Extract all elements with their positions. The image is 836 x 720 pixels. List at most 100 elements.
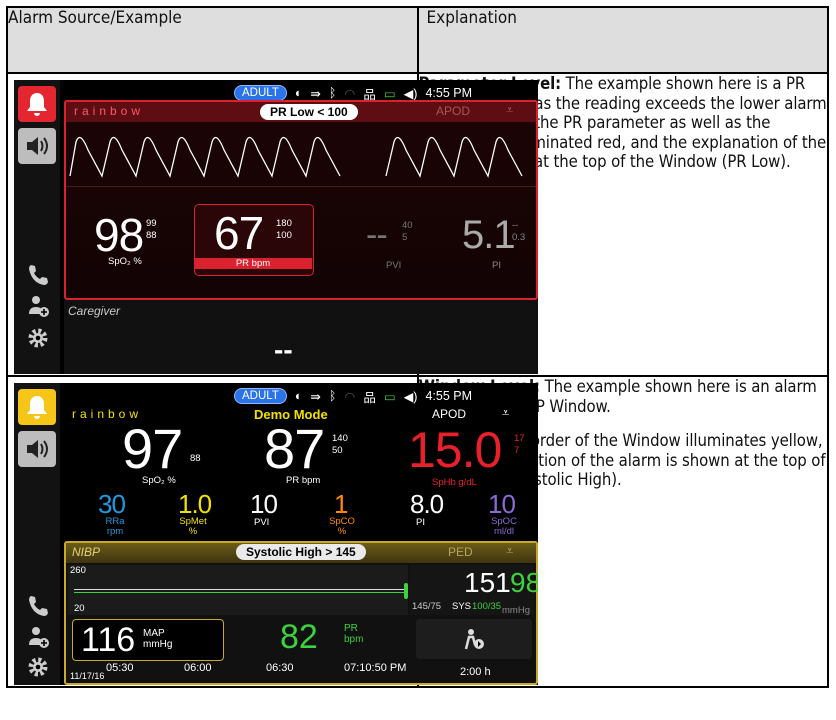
pleth-waveform <box>69 136 523 178</box>
sys-value: 151 <box>464 567 511 598</box>
example-cell-parameter: ADULT ◐ ⇛ ᛒ ◠ 品 ▭ ◀) 4:55 PM rainbow PR … <box>6 72 538 377</box>
spoc-value[interactable]: 10 <box>488 491 516 517</box>
alarm-table: Alarm Source/Example Explanation ADULT ◐… <box>6 6 829 688</box>
pr-label: PR bpm <box>194 258 312 269</box>
map-label: MAP mmHg <box>143 628 173 650</box>
spo2-limit-high: 99 <box>146 218 157 229</box>
gear-icon[interactable] <box>26 655 50 679</box>
spoc-label: SpOC ml/dl <box>491 516 517 537</box>
phone-icon[interactable] <box>26 593 50 617</box>
speaker-icon[interactable] <box>18 431 56 467</box>
map-value: 116 <box>81 621 136 659</box>
mmhg-label: mmHg <box>502 605 530 616</box>
spco-label: SpCO % <box>329 516 355 537</box>
alarm-message: Systolic High > 145 <box>236 544 366 560</box>
phone-icon[interactable] <box>26 262 50 286</box>
measure-icon <box>464 629 484 650</box>
spo2-label: SpO₂ % <box>142 475 176 486</box>
window-header: rainbow PR Low < 100 APOD ⩡ <box>66 102 536 122</box>
time-tick-2: 06:00 <box>184 662 212 674</box>
pvi-label: PVI <box>386 260 402 271</box>
pr2-label: PR bpm <box>344 623 364 645</box>
sidebar <box>14 383 60 685</box>
pvi-value[interactable]: 10 <box>250 491 278 517</box>
device-icon: ◐ <box>294 389 303 403</box>
pr-value: 67 <box>214 207 264 259</box>
clock: 4:55 PM <box>425 389 473 403</box>
sphb-limit-high: 17 <box>514 433 525 444</box>
pi-value[interactable]: 5.1 <box>462 212 516 258</box>
spco-value[interactable]: 1 <box>334 491 349 517</box>
pr-label: PR bpm <box>286 475 321 486</box>
ped-label: PED <box>448 545 473 559</box>
nibp-label: NIBP <box>72 545 101 559</box>
device-icon: ◐ <box>294 86 303 100</box>
brand-label: rainbow <box>74 104 145 118</box>
time-tick-4: 07:10:50 PM <box>344 662 407 674</box>
pi-limit-low: 0.3 <box>512 232 526 243</box>
bell-icon[interactable] <box>18 389 56 425</box>
patient-mode-badge[interactable]: ADULT <box>234 85 287 101</box>
collapse-icon[interactable]: ⩡ <box>506 543 513 559</box>
wifi-icon: ◠ <box>344 389 356 404</box>
spo2-limit-low: 88 <box>190 453 201 464</box>
pi-value[interactable]: 8.0 <box>410 491 444 517</box>
caregiver-window: Caregiver -- <box>64 300 538 374</box>
dia-value: 98 <box>510 567 538 598</box>
volume-icon: ◀) <box>403 389 418 404</box>
rra-value[interactable]: 30 <box>98 491 126 517</box>
export-icon: ⇛ <box>310 389 321 404</box>
pr-limit-low: 50 <box>332 445 343 456</box>
pr-limit-low: 100 <box>276 230 292 241</box>
sphb-value[interactable]: 15.0 <box>408 425 502 475</box>
y-axis-high: 260 <box>70 565 86 576</box>
pr-limit-high: 140 <box>332 433 348 444</box>
pvi-label: PVI <box>254 517 270 528</box>
trend-interval: 2:00 h <box>460 666 491 678</box>
caregiver-label: Caregiver <box>68 304 121 318</box>
pi-label: PI <box>416 517 425 528</box>
parameter-window: rainbow PR Low < 100 APOD ⩡ 98 99 88 SpO… <box>64 100 538 300</box>
trend-date: 11/17/16 <box>70 671 105 681</box>
bluetooth-icon: ᛒ <box>328 389 337 403</box>
collapse-icon[interactable]: ⩡ <box>502 405 509 421</box>
status-bar: ADULT ◐ ⇛ ᛒ ◠ 品 ▭ ◀) 4:55 PM <box>234 387 472 405</box>
spmet-label: SpMet % <box>179 516 207 537</box>
time-tick-3: 06:30 <box>266 662 294 674</box>
patient-mode-badge[interactable]: ADULT <box>234 388 287 404</box>
network-icon: 品 <box>363 390 376 405</box>
collapse-icon[interactable]: ⩡ <box>506 102 513 118</box>
time-tick-1: 05:30 <box>106 662 134 674</box>
map-tile[interactable]: 116 MAP mmHg <box>72 619 224 661</box>
pvi-value[interactable]: -- <box>366 212 388 258</box>
header-explanation: Explanation <box>416 6 829 74</box>
example-cell-window: ADULT ◐ ⇛ ᛒ ◠ 品 ▭ ◀) 4:55 PM rainbow Dem… <box>6 375 538 688</box>
pr-limit-high: 180 <box>276 218 292 229</box>
pr-value[interactable]: 87 <box>264 421 325 477</box>
bell-icon[interactable] <box>18 86 56 122</box>
speaker-icon[interactable] <box>18 128 56 164</box>
nibp-trend-graph: 260 20 <box>68 565 408 615</box>
nibp-numeric-area[interactable]: 145/75 SYS 100/35 151 98 mmHg <box>410 565 538 616</box>
spo2-value[interactable]: 98 <box>94 212 144 258</box>
header-alarm-source: Alarm Source/Example <box>6 6 419 74</box>
volume-icon: ◀) <box>403 86 418 101</box>
caregiver-value: -- <box>274 334 293 365</box>
add-caregiver-icon[interactable] <box>26 625 50 649</box>
add-caregiver-icon[interactable] <box>26 294 50 318</box>
monitor-screen-window-level: ADULT ◐ ⇛ ᛒ ◠ 品 ▭ ◀) 4:55 PM rainbow Dem… <box>14 383 538 685</box>
start-nibp-button[interactable] <box>416 619 532 659</box>
pr2-value[interactable]: 82 <box>280 619 318 655</box>
spo2-value[interactable]: 97 <box>122 421 183 477</box>
spmet-value[interactable]: 1.0 <box>178 491 212 517</box>
wifi-icon: ◠ <box>344 86 356 101</box>
y-axis-low: 20 <box>74 603 85 614</box>
apod-label: APOD <box>436 104 471 118</box>
apod-label: APOD <box>432 407 467 421</box>
sphb-label: SpHb g/dL <box>432 477 477 488</box>
sys-label: SYS <box>452 601 472 612</box>
nibp-window-header: NIBP Systolic High > 145 PED ⩡ <box>66 543 536 563</box>
nibp-range: 145/75 <box>412 601 442 612</box>
spo2-limit-low: 88 <box>146 230 157 241</box>
gear-icon[interactable] <box>26 326 50 350</box>
